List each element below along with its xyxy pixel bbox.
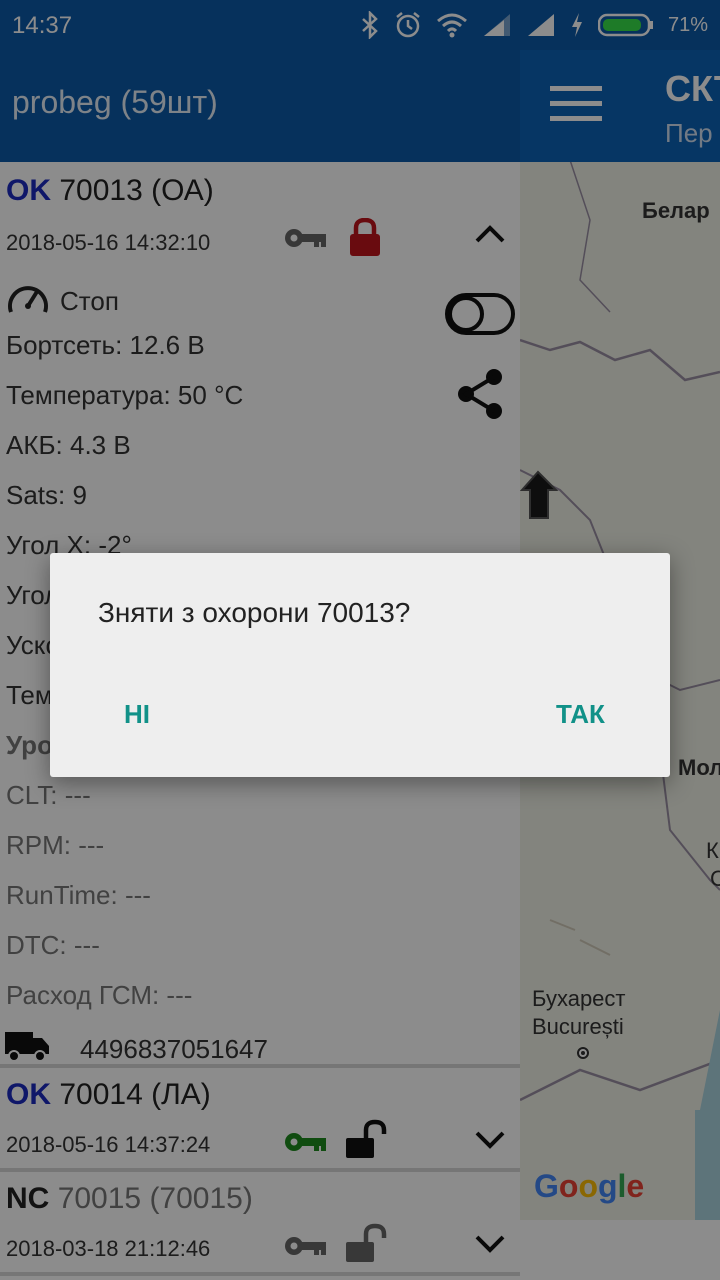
yes-button[interactable]: ТАК	[556, 699, 605, 730]
confirm-dialog: Зняти з охорони 70013? НІ ТАК	[50, 553, 670, 777]
dialog-message: Зняти з охорони 70013?	[98, 597, 411, 628]
no-button[interactable]: НІ	[124, 699, 150, 730]
